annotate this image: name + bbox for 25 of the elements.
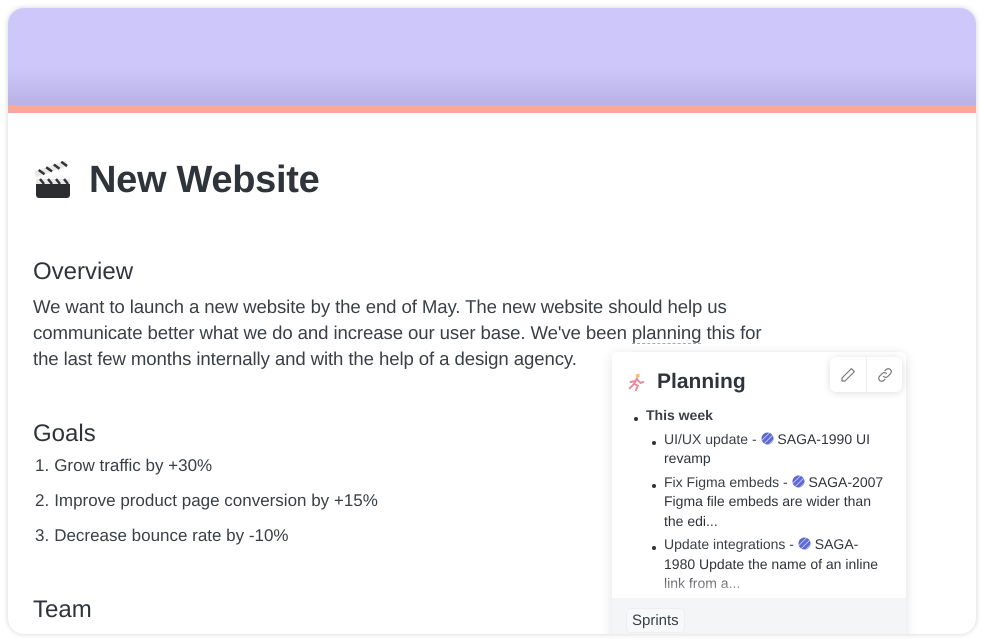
list-number: 1. xyxy=(35,456,50,476)
task-item: UI/UX update - SAGA-1990 UI revamp xyxy=(664,430,871,468)
task-item: Fix Figma embeds - SAGA-2007 Figma file embeds are wider than the edi... xyxy=(664,472,884,530)
goal-item: Grow traffic by +30% xyxy=(54,456,212,476)
pencil-icon xyxy=(839,366,857,384)
issue-icon xyxy=(760,432,774,444)
issue-icon xyxy=(798,537,811,550)
goal-item: Decrease bounce rate by -10% xyxy=(54,526,289,546)
overview-paragraph: We want to launch a new website by the end of May. The new website should help us communicate better what we do and increase our user base. We've been planning this for the last few months internally and with the help of a design agency. xyxy=(33,295,762,371)
link-icon xyxy=(876,366,894,384)
list-number: 2. xyxy=(35,491,50,511)
sprints-tag[interactable]: Sprints xyxy=(626,608,685,632)
section-heading: Team xyxy=(33,596,92,624)
group-label: This week xyxy=(646,406,713,425)
goal-item: Improve product page conversion by +15% xyxy=(54,491,378,511)
section-heading: Goals xyxy=(33,420,96,448)
section-heading: Overview xyxy=(33,258,134,286)
page-title: New Website xyxy=(89,159,320,202)
clapperboard-icon xyxy=(33,160,73,200)
planning-link[interactable]: planning xyxy=(632,322,702,344)
task-item: Update integrations - SAGA-1980 Update the name of an inline link from a... xyxy=(664,535,880,593)
runner-icon xyxy=(627,373,645,391)
popover-title: Planning xyxy=(657,370,746,394)
issue-icon xyxy=(792,474,805,488)
list-number: 3. xyxy=(35,526,50,546)
